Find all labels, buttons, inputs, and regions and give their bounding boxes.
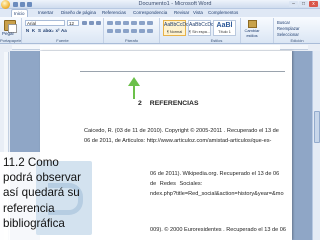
tab-diseno-pagina[interactable]: Diseño de página [61, 10, 96, 16]
font-name-select[interactable]: Arial [25, 20, 65, 26]
align-left-icon[interactable] [107, 29, 113, 33]
bold-button[interactable]: N [25, 28, 30, 33]
style-sin-espaciado[interactable]: AaBbCcDc ¶ Sin espa... [188, 20, 214, 36]
style-normal-preview: AaBbCcDc [164, 22, 189, 28]
caption-line: así quedará su [3, 186, 80, 200]
style-titulo-1-preview: AaBl [216, 22, 233, 29]
page-top-rule [80, 71, 285, 72]
scrollbar-thumb[interactable] [314, 111, 320, 143]
word-window: Documento1 - Microsoft Word – □ x Inicio… [0, 0, 320, 240]
heading-number: 2 [138, 100, 142, 107]
tab-correspondencia[interactable]: Correspondencia [133, 10, 167, 16]
style-normal[interactable]: AaBbCcDc ¶ Normal [163, 20, 189, 36]
clipboard-group: Pegar Portapapeles [0, 18, 22, 43]
reference-line: de Redes Sociales: [150, 181, 203, 187]
shading-icon[interactable] [147, 29, 153, 33]
ruler-text-area [40, 45, 280, 50]
window-controls: – □ x [289, 1, 318, 7]
section-heading: 2 REFERENCIAS [138, 100, 199, 107]
align-right-icon[interactable] [123, 29, 129, 33]
tab-inicio[interactable]: Inicio [11, 9, 28, 17]
change-styles-label: Cambiar estilos [244, 28, 260, 38]
tab-vista[interactable]: Vista [193, 10, 203, 16]
caption-line: 11.2 Como [3, 156, 59, 169]
arrow-up-icon [128, 77, 140, 86]
paragraph-row-2 [107, 29, 153, 33]
multilevel-icon[interactable] [123, 21, 129, 25]
paste-icon[interactable] [4, 20, 17, 33]
italic-button[interactable]: K [31, 28, 36, 33]
caption-line: bibliográfica [3, 216, 65, 230]
style-sin-espaciado-preview: AaBbCcDc [189, 22, 214, 28]
reference-line: 06 de 2011, de Articulos: http://www.art… [84, 138, 272, 144]
grow-font-icon[interactable] [82, 21, 87, 25]
style-titulo-1-name: Título 1 [218, 30, 231, 34]
font-group: Arial 12 N K S abc x₂ x² Aa Fuente [22, 18, 104, 43]
editing-group-label: Edición [290, 38, 304, 43]
subscript-button[interactable]: x₂ [49, 28, 54, 33]
font-size-select[interactable]: 12 [67, 20, 79, 26]
caption-line: podrá observar [3, 171, 81, 185]
ribbon-tabs: Inicio Insertar Diseño de página Referen… [0, 9, 320, 17]
line-spacing-icon[interactable] [139, 29, 145, 33]
caption-line: referencia [3, 201, 55, 215]
style-normal-name: ¶ Normal [166, 30, 183, 34]
minimize-button[interactable]: – [289, 1, 298, 7]
styles-group-label: Estilos [210, 38, 223, 43]
change-styles-icon [247, 20, 257, 28]
paragraph-row-1 [107, 21, 153, 25]
reference-line: 06 de 2011). Wikipedia.org. Recuperado e… [150, 171, 280, 177]
tab-referencias[interactable]: Referencias [102, 10, 126, 16]
change-styles-button[interactable]: Cambiar estilos [243, 20, 261, 38]
superscript-button[interactable]: x² [55, 28, 60, 33]
paragraph-group-label: Párrafo [124, 38, 139, 43]
style-titulo-1[interactable]: AaBl Título 1 [213, 20, 236, 36]
close-button[interactable]: x [309, 1, 318, 7]
style-sin-espaciado-name: ¶ Sin espa... [189, 30, 211, 34]
clipboard-group-label: Portapapeles [0, 38, 21, 43]
bullets-icon[interactable] [107, 21, 113, 25]
select-button[interactable]: Seleccionar [277, 32, 299, 37]
title-bar: Documento1 - Microsoft Word – □ x [0, 0, 320, 9]
tab-insertar[interactable]: Insertar [38, 10, 53, 16]
sort-icon[interactable] [147, 21, 153, 25]
styles-group: AaBbCcDc ¶ Normal AaBbCcDc ¶ Sin espa...… [160, 18, 274, 43]
numbering-icon[interactable] [115, 21, 121, 25]
find-button[interactable]: Buscar [277, 20, 290, 25]
justify-icon[interactable] [131, 29, 137, 33]
heading-text: REFERENCIAS [149, 100, 199, 107]
reference-line: 009). © 2000 Euroresidentes . Recuperado… [150, 227, 286, 233]
tab-revisar[interactable]: Revisar [174, 10, 189, 16]
decrease-indent-icon[interactable] [131, 21, 137, 25]
window-title: Documento1 - Microsoft Word [138, 1, 212, 7]
ribbon: Pegar Portapapeles Arial 12 N K S abc x₂… [0, 17, 320, 44]
maximize-button[interactable]: □ [299, 1, 308, 7]
replace-button[interactable]: Reemplazar [277, 26, 300, 31]
align-center-icon[interactable] [115, 29, 121, 33]
horizontal-ruler[interactable] [12, 45, 308, 50]
caption-text: 11.2 Como podrá observar así quedará su … [3, 155, 113, 231]
editing-group: Buscar Reemplazar Seleccionar Edición [274, 18, 320, 43]
font-group-label: Fuente [56, 38, 69, 43]
shrink-font-icon[interactable] [89, 21, 94, 25]
reference-line: Caicedo, R. (03 de 11 de 2010). Copyrigh… [84, 128, 279, 134]
paragraph-group: Párrafo [104, 18, 160, 43]
reference-line: ndex.php?title=Red_social&action=history… [150, 191, 284, 197]
underline-button[interactable]: S [37, 28, 42, 33]
strikethrough-button[interactable]: abc [43, 28, 51, 33]
change-case-button[interactable]: Aa [61, 28, 67, 33]
format-buttons: N K S abc x₂ x² Aa [25, 28, 67, 33]
clear-format-icon[interactable] [96, 21, 101, 25]
vertical-scrollbar[interactable] [312, 51, 320, 240]
paste-button[interactable]: Pegar [2, 31, 14, 36]
increase-indent-icon[interactable] [139, 21, 145, 25]
tab-complementos[interactable]: Complementos [208, 10, 238, 16]
